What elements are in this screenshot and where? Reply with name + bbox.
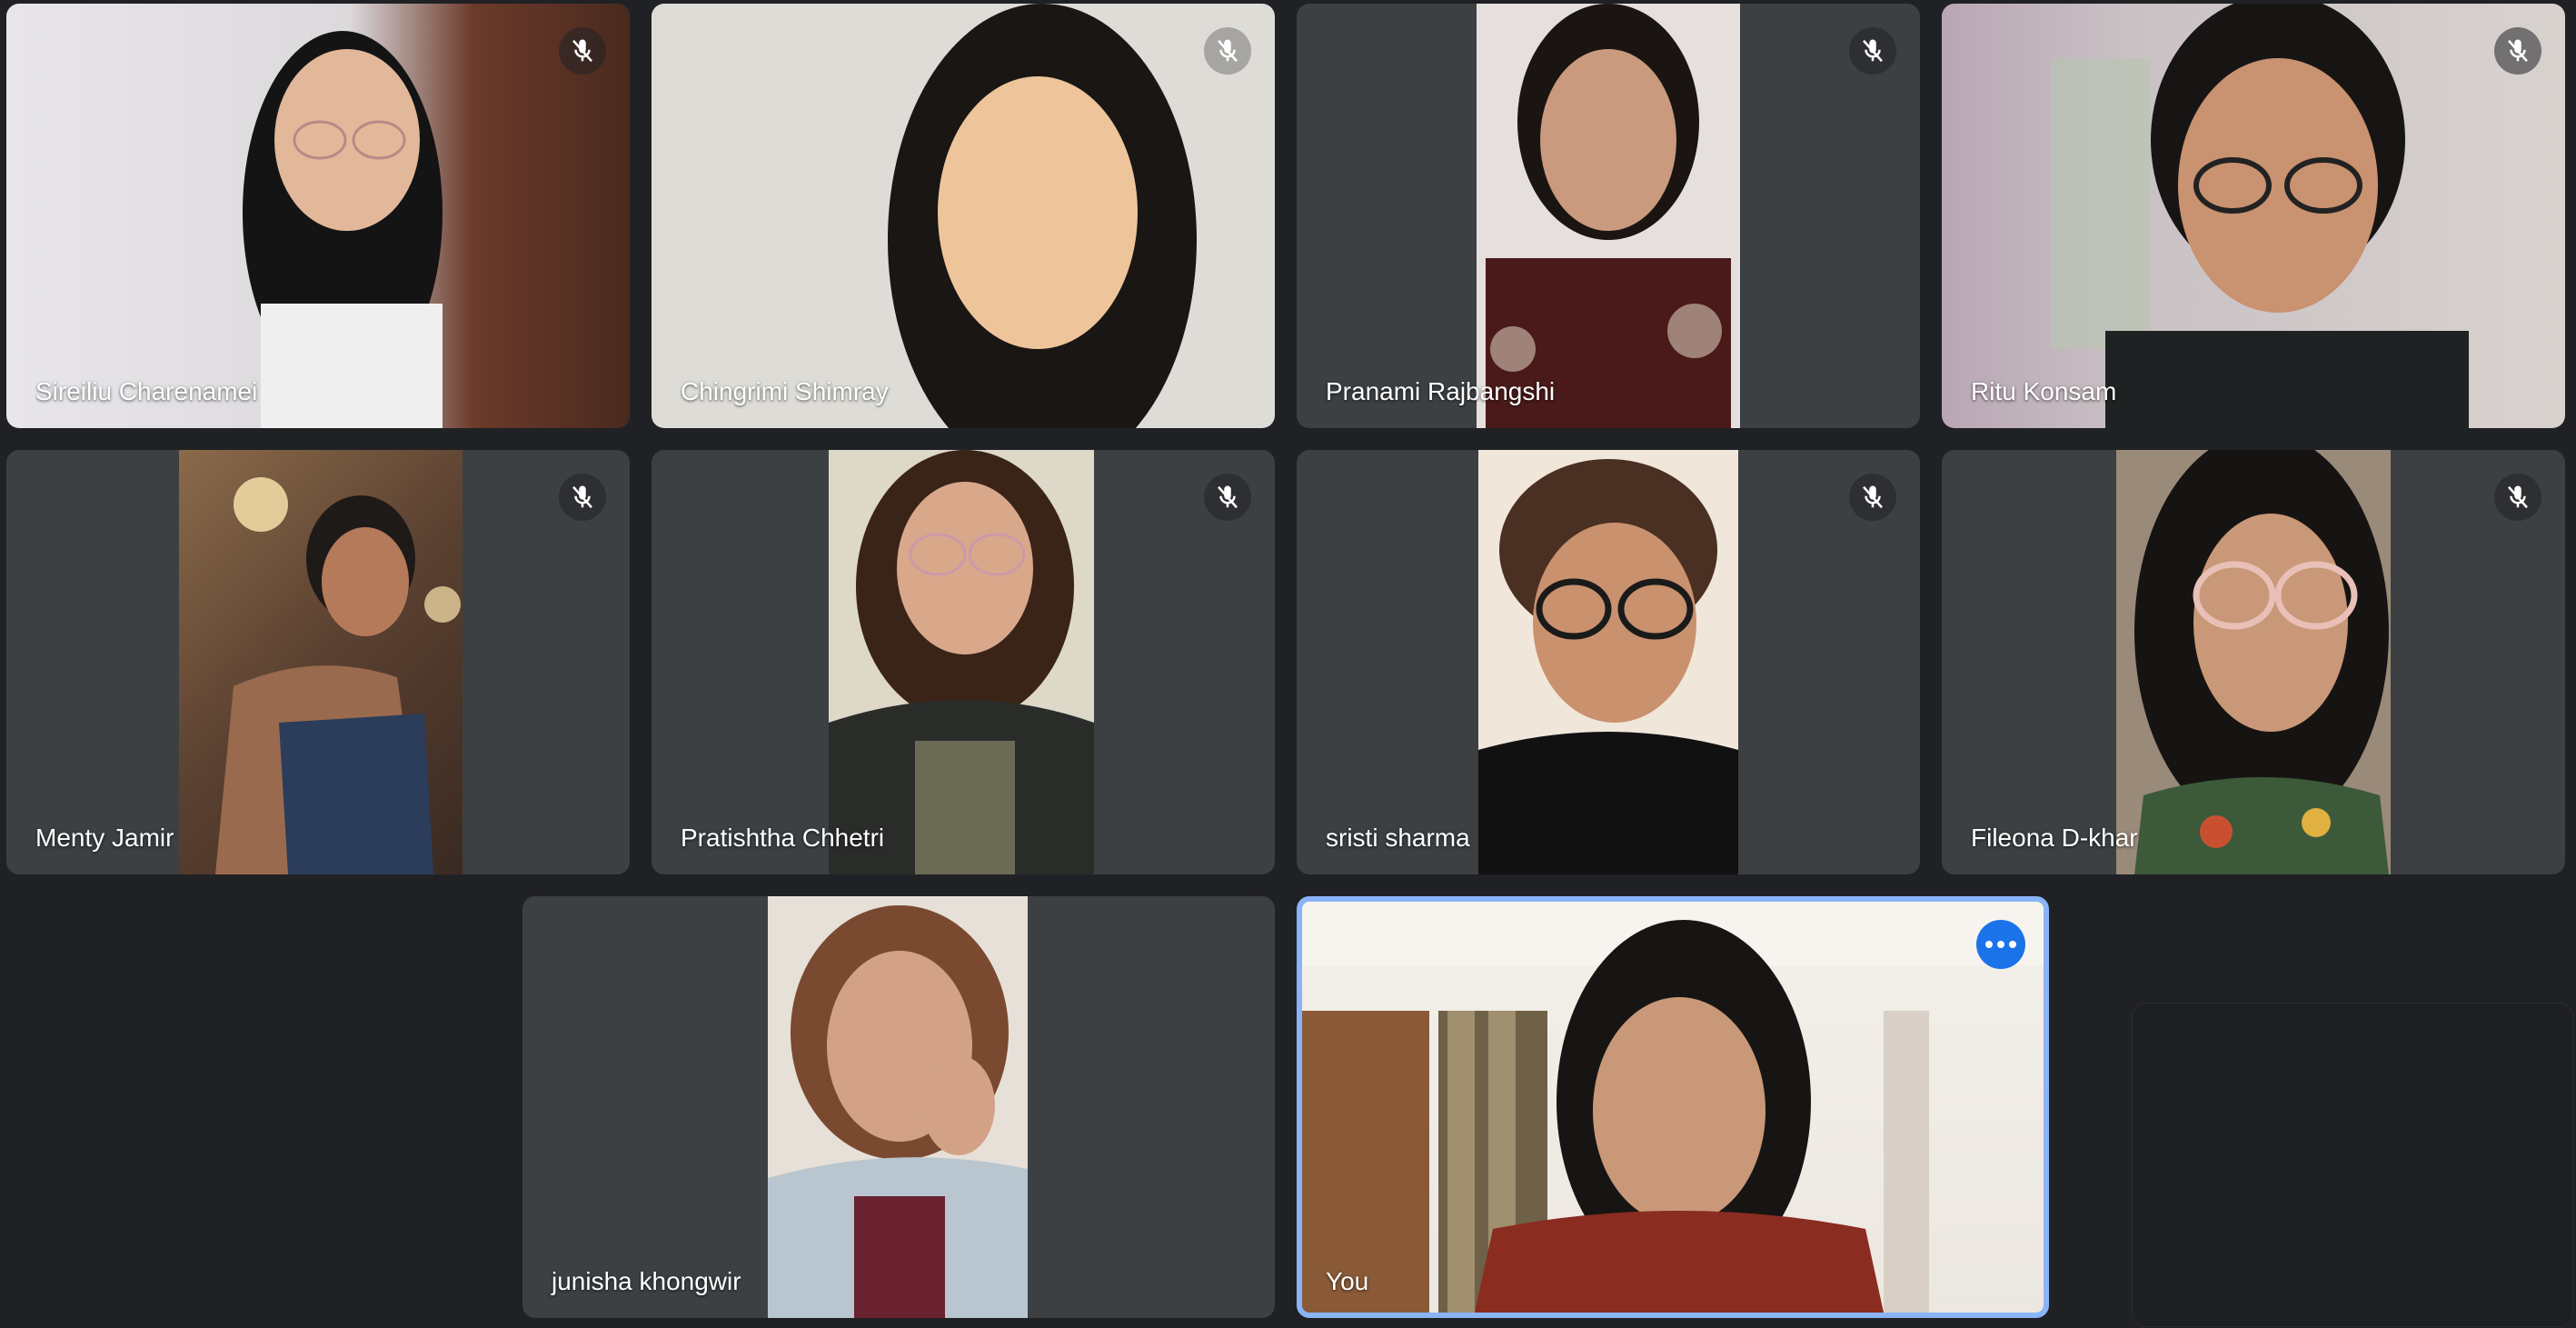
participant-video: [6, 4, 630, 428]
participant-tile[interactable]: Ritu Konsam: [1942, 4, 2565, 428]
mic-off-icon: [1849, 474, 1896, 521]
mic-off-icon: [559, 27, 606, 75]
participant-tile[interactable]: Sireiliu Charenamei: [6, 4, 630, 428]
participant-tile[interactable]: Pratishtha Chhetri: [651, 450, 1275, 874]
participant-tile[interactable]: junisha khongwir: [522, 896, 1275, 1318]
participant-video: [829, 450, 1094, 874]
participant-tile[interactable]: Menty Jamir: [6, 450, 630, 874]
participant-name: You: [1326, 1267, 1369, 1295]
participant-name: Chingrimi Shimray: [681, 377, 889, 405]
participant-name: Pranami Rajbangshi: [1326, 377, 1556, 405]
mic-off-icon: [1849, 27, 1896, 75]
floating-self-preview: [2132, 1003, 2573, 1327]
participant-video: [1477, 4, 1740, 428]
participant-video: [1478, 450, 1738, 874]
mic-off-icon: [1204, 27, 1251, 75]
mic-off-icon: [2494, 27, 2541, 75]
participant-tile[interactable]: Chingrimi Shimray: [651, 4, 1275, 428]
participant-name: junisha khongwir: [552, 1267, 741, 1295]
participant-name: Menty Jamir: [35, 824, 174, 852]
participant-video: [651, 4, 1275, 428]
participant-video: [768, 896, 1028, 1318]
participant-name: Fileona D-khar: [1971, 824, 2138, 852]
mic-off-icon: [559, 474, 606, 521]
self-video: [1302, 902, 2044, 1313]
participant-video: [179, 450, 462, 874]
mic-off-icon: [2494, 474, 2541, 521]
participant-name: Sireiliu Charenamei: [35, 377, 258, 405]
participant-name: Pratishtha Chhetri: [681, 824, 885, 852]
mic-off-icon: [1204, 474, 1251, 521]
participant-name: sristi sharma: [1326, 824, 1470, 852]
participant-tile[interactable]: sristi sharma: [1297, 450, 1920, 874]
participant-tile[interactable]: Fileona D-khar: [1942, 450, 2565, 874]
participant-tile[interactable]: Pranami Rajbangshi: [1297, 4, 1920, 428]
participant-video: [1942, 4, 2565, 428]
meeting-grid: Sireiliu Charenamei Chingrimi Shimray Pr…: [0, 0, 2576, 1328]
participant-video: [2116, 450, 2391, 874]
participant-name: Ritu Konsam: [1971, 377, 2117, 405]
self-view-tile[interactable]: You: [1297, 896, 2049, 1318]
more-options-icon[interactable]: [1976, 920, 2025, 969]
